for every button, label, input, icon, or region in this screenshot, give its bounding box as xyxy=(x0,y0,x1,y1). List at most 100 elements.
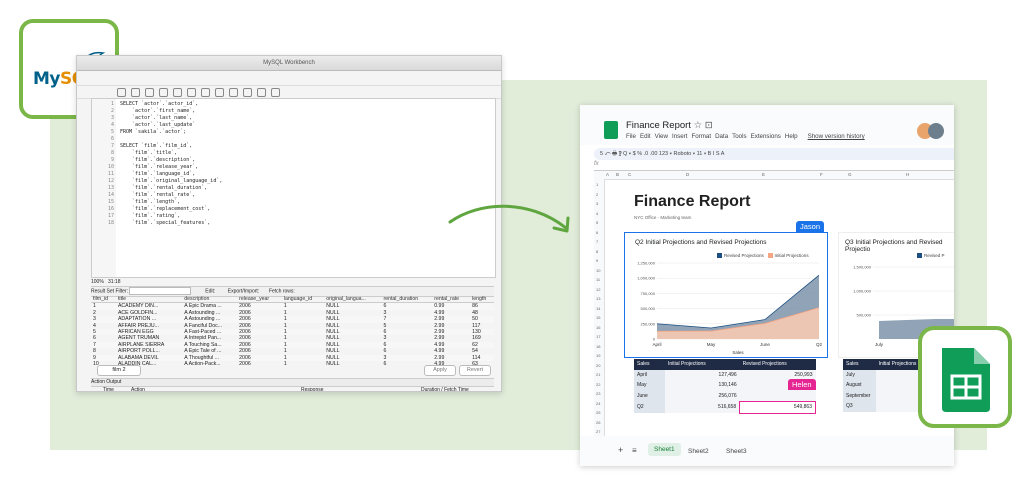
code-text[interactable]: `film`.`special_features`, xyxy=(120,220,210,226)
menu-item-edit[interactable]: Edit xyxy=(640,133,651,140)
row-number[interactable]: 25 xyxy=(596,410,600,415)
menu-item-help[interactable]: Help xyxy=(785,133,798,140)
code-line[interactable]: 3 `actor`.`last_name`, xyxy=(92,115,495,122)
table-header[interactable]: Sales xyxy=(634,359,665,370)
code-line[interactable]: 15 `film`.`length`, xyxy=(92,199,495,206)
row-number[interactable]: 22 xyxy=(596,382,600,387)
avatar[interactable] xyxy=(928,123,944,139)
code-line[interactable]: 7 SELECT `film`.`film_id`, xyxy=(92,143,495,150)
code-line[interactable]: 14 `film`.`rental_rate`, xyxy=(92,192,495,199)
row-number[interactable]: 7 xyxy=(596,239,598,244)
code-text[interactable]: `actor`.`last_name`, xyxy=(120,115,192,121)
column-letter[interactable]: F xyxy=(820,172,823,177)
table-cell[interactable]: July xyxy=(843,369,876,380)
table-cell[interactable]: Q3 xyxy=(843,401,876,412)
column-header[interactable]: language_id xyxy=(281,296,325,304)
column-header[interactable]: rental_duration xyxy=(381,296,433,304)
column-letter[interactable]: H xyxy=(906,172,909,177)
table-cell[interactable]: 516,658 xyxy=(665,401,740,413)
revert-button[interactable]: Revert xyxy=(459,365,491,376)
zoom-level[interactable]: 100% xyxy=(91,279,104,285)
table-cell[interactable]: April xyxy=(634,369,665,380)
document-title[interactable]: Finance Report ☆ ⊡ xyxy=(626,120,713,131)
row-number[interactable]: 8 xyxy=(596,249,598,254)
row-number[interactable]: 24 xyxy=(596,401,600,406)
save-icon[interactable] xyxy=(131,87,140,97)
column-letter[interactable]: G xyxy=(848,172,852,177)
sheets-app-icon[interactable] xyxy=(604,121,618,139)
code-text[interactable]: `actor`.`first_name`, xyxy=(120,108,195,114)
code-line[interactable]: 17 `film`.`rating`, xyxy=(92,213,495,220)
code-line[interactable]: 18 `film`.`special_features`, xyxy=(92,220,495,227)
table-cell[interactable]: 86 xyxy=(470,302,494,310)
column-letter[interactable]: A xyxy=(606,172,609,177)
row-number[interactable]: 4 xyxy=(596,211,598,216)
code-text[interactable]: `film`.`language_id`, xyxy=(120,171,195,177)
beautify-icon[interactable] xyxy=(243,87,252,97)
result-grid[interactable]: film_id title description release_year langu… xyxy=(91,296,494,367)
sheets-toolbar[interactable]: 5 ⤺ 🖶 ⁋ Q ▾ $ % .0 .00 123 ▾ Roboto ▾ 11… xyxy=(594,148,954,160)
toggle-icon[interactable] xyxy=(201,87,210,97)
code-line[interactable]: 8 `film`.`title`, xyxy=(92,150,495,157)
column-header[interactable]: length xyxy=(470,296,494,304)
tab-sheet3[interactable]: Sheet3 xyxy=(726,448,747,455)
table-cell[interactable]: 6 xyxy=(381,302,433,310)
version-history-link[interactable]: Show version history xyxy=(808,133,865,140)
menu-item-file[interactable]: File xyxy=(626,133,636,140)
code-line[interactable]: 11 `film`.`language_id`, xyxy=(92,171,495,178)
row-number[interactable]: 9 xyxy=(596,258,598,263)
row-number[interactable]: 14 xyxy=(596,306,600,311)
all-sheets-icon[interactable]: ≡ xyxy=(632,446,637,455)
code-text[interactable]: FROM `sakila`.`actor`; xyxy=(120,129,186,135)
table-header[interactable]: Sales xyxy=(843,359,876,370)
execute-icon[interactable] xyxy=(145,87,154,97)
column-letter[interactable]: B xyxy=(616,172,619,177)
code-line[interactable]: 12 `film`.`original_language_id`, xyxy=(92,178,495,185)
table-cell[interactable]: 130,146 xyxy=(665,380,740,391)
row-number[interactable]: 27 xyxy=(596,429,600,434)
code-line[interactable]: 16 `film`.`replacement_cost`, xyxy=(92,206,495,213)
tab-sheet1[interactable]: Sheet1 xyxy=(648,443,681,456)
code-line[interactable]: 9 `film`.`description`, xyxy=(92,157,495,164)
table-cell[interactable]: September xyxy=(843,390,876,401)
row-number[interactable]: 6 xyxy=(596,230,598,235)
table-cell[interactable]: 1 xyxy=(91,302,116,310)
row-number[interactable]: 3 xyxy=(596,201,598,206)
row-number[interactable]: 15 xyxy=(596,315,600,320)
code-text[interactable]: `film`.`title`, xyxy=(120,150,177,156)
code-text[interactable]: `film`.`rental_rate`, xyxy=(120,192,195,198)
code-text[interactable]: `film`.`rating`, xyxy=(120,213,180,219)
row-number[interactable]: 21 xyxy=(596,372,600,377)
row-number[interactable]: 18 xyxy=(596,344,600,349)
code-line[interactable]: 1 SELECT `actor`.`actor_id`, xyxy=(92,101,495,108)
menu-item-extensions[interactable]: Extensions xyxy=(751,133,781,140)
code-text[interactable]: `film`.`description`, xyxy=(120,157,195,163)
move-icon[interactable]: ⊡ xyxy=(705,120,713,131)
code-line[interactable]: 10 `film`.`release_year`, xyxy=(92,164,495,171)
formula-icon[interactable]: fx xyxy=(594,161,599,167)
table-cell[interactable]: 0.99 xyxy=(432,302,471,310)
q2-chart[interactable]: Q2 Initial Projections and Revised Proje… xyxy=(624,232,828,358)
table-cell[interactable]: Q2 xyxy=(634,401,665,413)
code-text[interactable]: `film`.`original_language_id`, xyxy=(120,178,222,184)
table-cell[interactable]: August xyxy=(843,380,876,391)
table-cell[interactable]: NULL xyxy=(324,302,382,310)
table-cell[interactable]: 2006 xyxy=(237,302,282,310)
row-number[interactable]: 1 xyxy=(596,182,598,187)
row-number[interactable]: 16 xyxy=(596,325,600,330)
table-header[interactable]: Revised Projections xyxy=(739,359,816,370)
table-row[interactable]: April 127,496 250,993 xyxy=(634,369,816,380)
apply-button[interactable]: Apply xyxy=(424,365,456,376)
menu-item-view[interactable]: View xyxy=(655,133,668,140)
row-number[interactable]: 26 xyxy=(596,420,600,425)
column-header[interactable]: release_year xyxy=(237,296,282,304)
row-number[interactable]: 10 xyxy=(596,268,600,273)
table-header[interactable]: Initial Projections xyxy=(665,359,740,370)
tab-sheet2[interactable]: Sheet2 xyxy=(688,448,709,455)
explain-icon[interactable] xyxy=(173,87,182,97)
code-line[interactable]: 13 `film`.`rental_duration`, xyxy=(92,185,495,192)
row-number[interactable]: 13 xyxy=(596,296,600,301)
row-number[interactable]: 23 xyxy=(596,391,600,396)
sheet-grid[interactable]: ABCDEFGH 1 2 3 4 5 6 7 8 9 10 11 12 13 14 15 16 17 18 19 20… xyxy=(594,170,954,436)
row-number[interactable]: 17 xyxy=(596,334,600,339)
